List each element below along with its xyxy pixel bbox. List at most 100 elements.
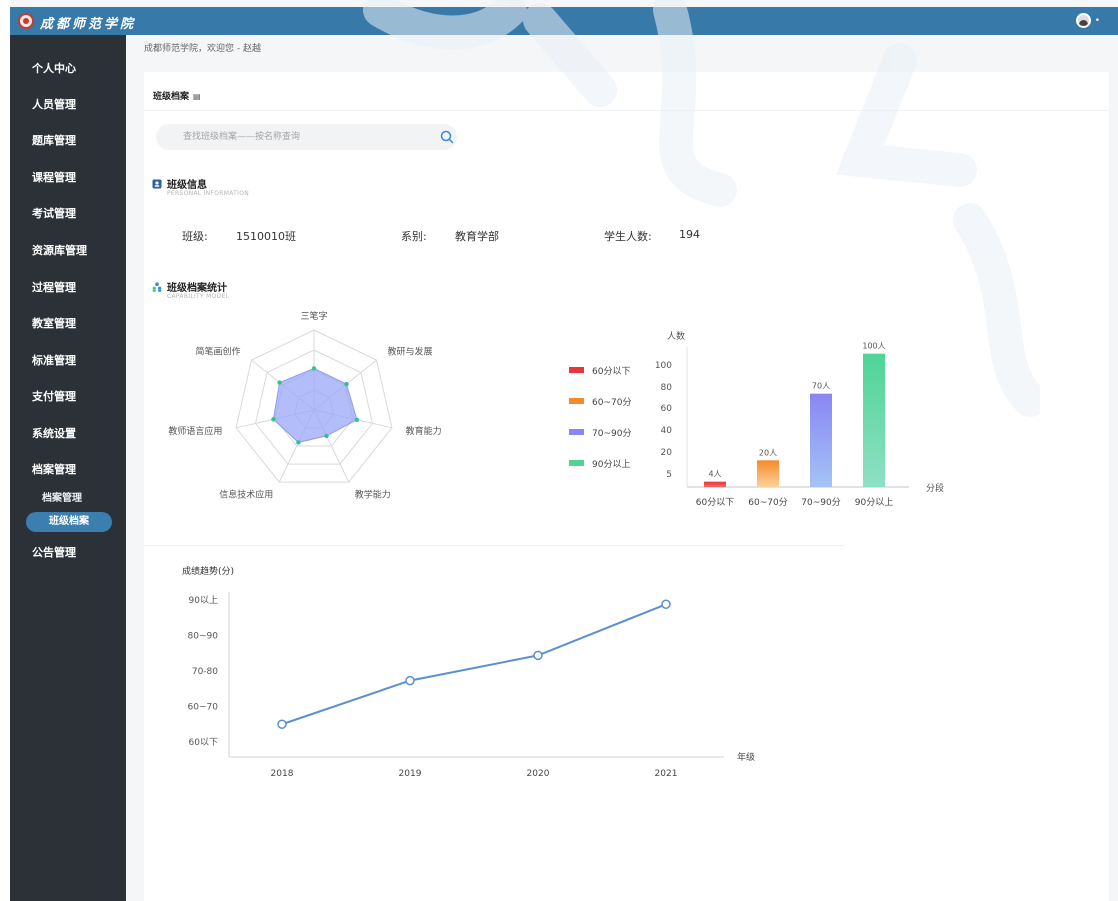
sidebar-item-question-bank[interactable]: 题库管理 <box>32 132 76 148</box>
user-avatar-icon[interactable] <box>1075 13 1091 28</box>
radar-point <box>311 366 317 371</box>
stats-title: 班级档案统计 <box>167 283 227 294</box>
line-y-tick: 70-80 <box>192 667 218 677</box>
top-bar: 成都师范学院 • <box>10 7 1118 35</box>
sidebar-item-standard[interactable]: 标准管理 <box>32 352 76 368</box>
line-y-tick: 60~70 <box>188 703 219 713</box>
sidebar-item-classroom[interactable]: 教室管理 <box>32 315 76 331</box>
bar-y-title: 人数 <box>667 330 685 342</box>
bar-data-label: 20人 <box>759 448 777 457</box>
sidebar-item-personnel[interactable]: 人员管理 <box>32 96 76 112</box>
search-input[interactable] <box>156 124 457 150</box>
line-x-tick: 2019 <box>399 769 422 779</box>
bar-y-tick: 100 <box>655 361 672 371</box>
bar-category-label: 70~90分 <box>801 497 840 508</box>
sidebar-item-settings[interactable]: 系统设置 <box>32 425 76 441</box>
people-icon <box>152 282 162 292</box>
legend-swatch <box>569 429 584 435</box>
breadcrumb: 成都师范学院，欢迎您 - 赵越 <box>144 44 261 54</box>
bar-y-tick: 5 <box>666 470 672 480</box>
bar-y-tick: 60 <box>661 404 673 414</box>
sidebar-item-notice[interactable]: 公告管理 <box>32 544 76 560</box>
search-icon[interactable] <box>440 130 454 144</box>
sidebar-subitem-class-archive[interactable]: 班级档案 <box>26 512 112 532</box>
line-y-tick: 90以上 <box>189 595 218 606</box>
class-info-title: 班级信息 <box>167 180 207 191</box>
line-point <box>277 719 287 729</box>
radar-axis-label: 教师语言应用 <box>168 425 222 437</box>
line-x-tick: 2021 <box>655 769 678 779</box>
legend-label: 70~90分 <box>592 428 631 439</box>
bar-y-tick: 80 <box>661 383 673 393</box>
section-divider <box>144 545 844 546</box>
legend-label: 60~70分 <box>592 397 631 408</box>
radar-axis-label: 教学能力 <box>355 489 391 501</box>
sidebar-item-course[interactable]: 课程管理 <box>32 169 76 185</box>
sidebar-item-process[interactable]: 过程管理 <box>32 279 76 295</box>
bar-y-tick: 40 <box>661 426 673 436</box>
class-info-subtitle: PERSONAL INFORMATION <box>167 190 250 197</box>
page-title: 班级档案 <box>153 92 190 102</box>
document-icon: ▤ <box>193 92 201 101</box>
sidebar-subitem-archive[interactable]: 档案管理 <box>42 489 82 504</box>
line-x-tick: 2018 <box>271 769 294 779</box>
id-card-icon <box>152 179 162 189</box>
brand-title: 成都师范学院 <box>40 17 137 32</box>
radar-axis-label: 教研与发展 <box>387 345 432 357</box>
sidebar: 个人中心 人员管理 题库管理 课程管理 考试管理 资源库管理 过程管理 教室管理… <box>10 35 126 901</box>
dept-label: 系别: <box>401 230 427 243</box>
line-point <box>661 599 671 610</box>
legend-swatch <box>569 398 584 404</box>
line-point <box>533 650 543 661</box>
students-label: 学生人数: <box>604 230 652 243</box>
user-menu-caret-icon[interactable]: • <box>1095 16 1100 26</box>
radar-point <box>271 417 276 422</box>
radar-axis-label: 三笔字 <box>300 310 327 322</box>
line-series <box>281 603 667 726</box>
radar-axis-label: 信息技术应用 <box>219 489 273 501</box>
bar-x-title: 分段 <box>926 482 944 494</box>
bar <box>810 393 832 487</box>
radar-point <box>277 380 282 385</box>
page-title-row: 班级档案 ▤ <box>153 89 201 102</box>
bar-category-label: 60~70分 <box>748 497 787 508</box>
students-value: 194 <box>679 228 700 241</box>
line-x-title: 年级 <box>737 751 755 763</box>
stats-subtitle: CAPABILITY MODEL <box>167 293 230 300</box>
legend-label: 60分以下 <box>592 366 630 377</box>
sidebar-item-payment[interactable]: 支付管理 <box>32 388 76 404</box>
bar <box>863 353 885 487</box>
radar-area <box>272 367 358 443</box>
legend-swatch <box>569 460 584 466</box>
class-label: 班级: <box>182 230 208 243</box>
sidebar-item-personal[interactable]: 个人中心 <box>32 60 76 76</box>
user-menu[interactable]: • <box>1075 13 1100 28</box>
line-chart: 成绩趋势(分) 年级 60以下 60~70 70-80 80~90 90以上 2018 2019… <box>182 565 755 779</box>
line-point <box>405 675 415 686</box>
title-divider <box>144 110 1109 111</box>
legend-label: 90分以上 <box>592 459 630 470</box>
radar-point <box>354 417 360 422</box>
sidebar-item-archive[interactable]: 档案管理 <box>32 461 76 477</box>
bar-data-label: 100人 <box>862 342 885 351</box>
bar-category-label: 90分以上 <box>855 497 893 508</box>
radar-point <box>296 440 301 445</box>
radar-point <box>344 381 349 387</box>
sidebar-item-exam[interactable]: 考试管理 <box>32 205 76 221</box>
line-chart-title: 成绩趋势(分) <box>182 565 234 577</box>
bar <box>704 481 726 487</box>
radar-chart: 三笔字教研与发展教育能力教学能力 信息技术应用 教师语言应用 简笔画创作 <box>168 310 442 501</box>
main-card: 班级档案▤ 班级信息 PERSONAL INFORMATION 班级: 1510… <box>144 72 1109 901</box>
bar-data-label: 70人 <box>812 382 830 391</box>
line-y-tick: 60以下 <box>189 738 218 748</box>
legend-swatch <box>569 367 584 373</box>
app-frame: 成都师范学院 • 个人中心 人员管理 题库管理 课程管理 考试管理 资源库管理 … <box>10 0 1118 901</box>
sidebar-item-resource[interactable]: 资源库管理 <box>32 242 87 258</box>
radar-axis-label: 简笔画创作 <box>195 345 240 357</box>
radar-point <box>324 433 329 439</box>
bar-y-tick: 20 <box>661 448 673 458</box>
school-logo-icon <box>18 13 34 29</box>
bar <box>757 460 779 487</box>
radar-axis-label: 教育能力 <box>406 425 442 437</box>
line-x-tick: 2020 <box>527 769 550 779</box>
